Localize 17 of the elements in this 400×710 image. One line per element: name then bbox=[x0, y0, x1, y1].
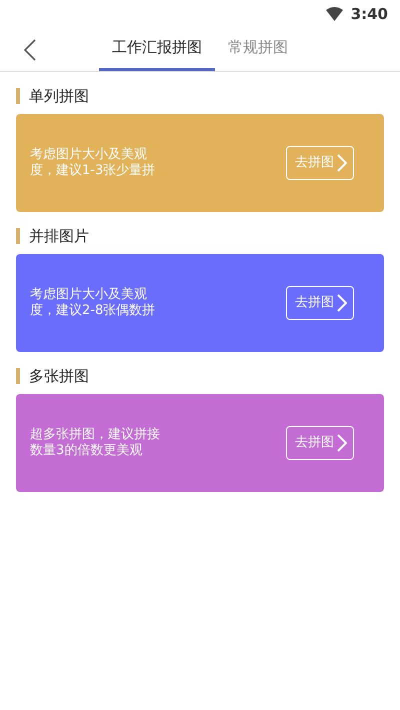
start-collage-button[interactable]: 去拼图 bbox=[286, 146, 354, 180]
section-title: 并排图片 bbox=[16, 228, 384, 244]
section-title: 单列拼图 bbox=[16, 88, 384, 104]
card-description: 考虑图片大小及美观 度，建议1-3张少量拼 bbox=[30, 147, 156, 179]
start-collage-button[interactable]: 去拼图 bbox=[286, 286, 354, 320]
chevron-right-icon bbox=[337, 434, 347, 452]
chevron-right-icon bbox=[337, 154, 347, 172]
back-icon[interactable] bbox=[23, 38, 37, 61]
tab[interactable]: 常规拼图 bbox=[215, 27, 301, 71]
wifi-icon bbox=[326, 7, 343, 21]
card-description: 考虑图片大小及美观 度，建议2-8张偶数拼 bbox=[30, 287, 156, 319]
status-time: 3:40 bbox=[350, 4, 388, 25]
chevron-right-icon bbox=[337, 294, 347, 312]
section-title: 多张拼图 bbox=[16, 368, 384, 384]
tab[interactable]: 工作汇报拼图 bbox=[99, 27, 215, 71]
card-description: 超多张拼图，建议拼接 数量3的倍数更美观 bbox=[30, 427, 160, 459]
start-collage-button[interactable]: 去拼图 bbox=[286, 426, 354, 460]
